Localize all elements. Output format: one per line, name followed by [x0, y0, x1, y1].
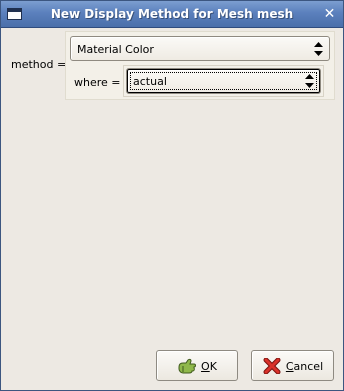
dialog-window: New Display Method for Mesh mesh ✕ metho…	[0, 0, 344, 391]
ok-button[interactable]: OK	[156, 350, 238, 381]
dialog-content: method = Material Color where = actual O…	[1, 29, 343, 390]
cancel-button[interactable]: Cancel	[251, 350, 334, 381]
method-combobox[interactable]: Material Color	[70, 36, 330, 61]
method-combobox-value: Material Color	[77, 43, 154, 56]
method-label: method =	[11, 58, 67, 71]
ok-hand-icon	[177, 358, 197, 374]
cancel-x-icon	[262, 357, 282, 375]
where-combobox-value: actual	[133, 75, 167, 88]
title-bar[interactable]: New Display Method for Mesh mesh ✕	[1, 1, 343, 28]
where-frame: actual	[123, 65, 324, 97]
where-label: where =	[74, 76, 121, 89]
window-menu-icon[interactable]	[7, 8, 22, 20]
method-frame: Material Color where = actual	[65, 31, 335, 100]
up-down-arrows-icon	[305, 74, 314, 88]
close-icon[interactable]: ✕	[322, 7, 337, 22]
window-title: New Display Method for Mesh mesh	[50, 7, 294, 21]
where-combobox[interactable]: actual	[126, 68, 321, 94]
cancel-button-label: Cancel	[285, 359, 324, 373]
up-down-arrows-icon	[314, 42, 323, 56]
ok-button-label: OK	[201, 359, 217, 373]
